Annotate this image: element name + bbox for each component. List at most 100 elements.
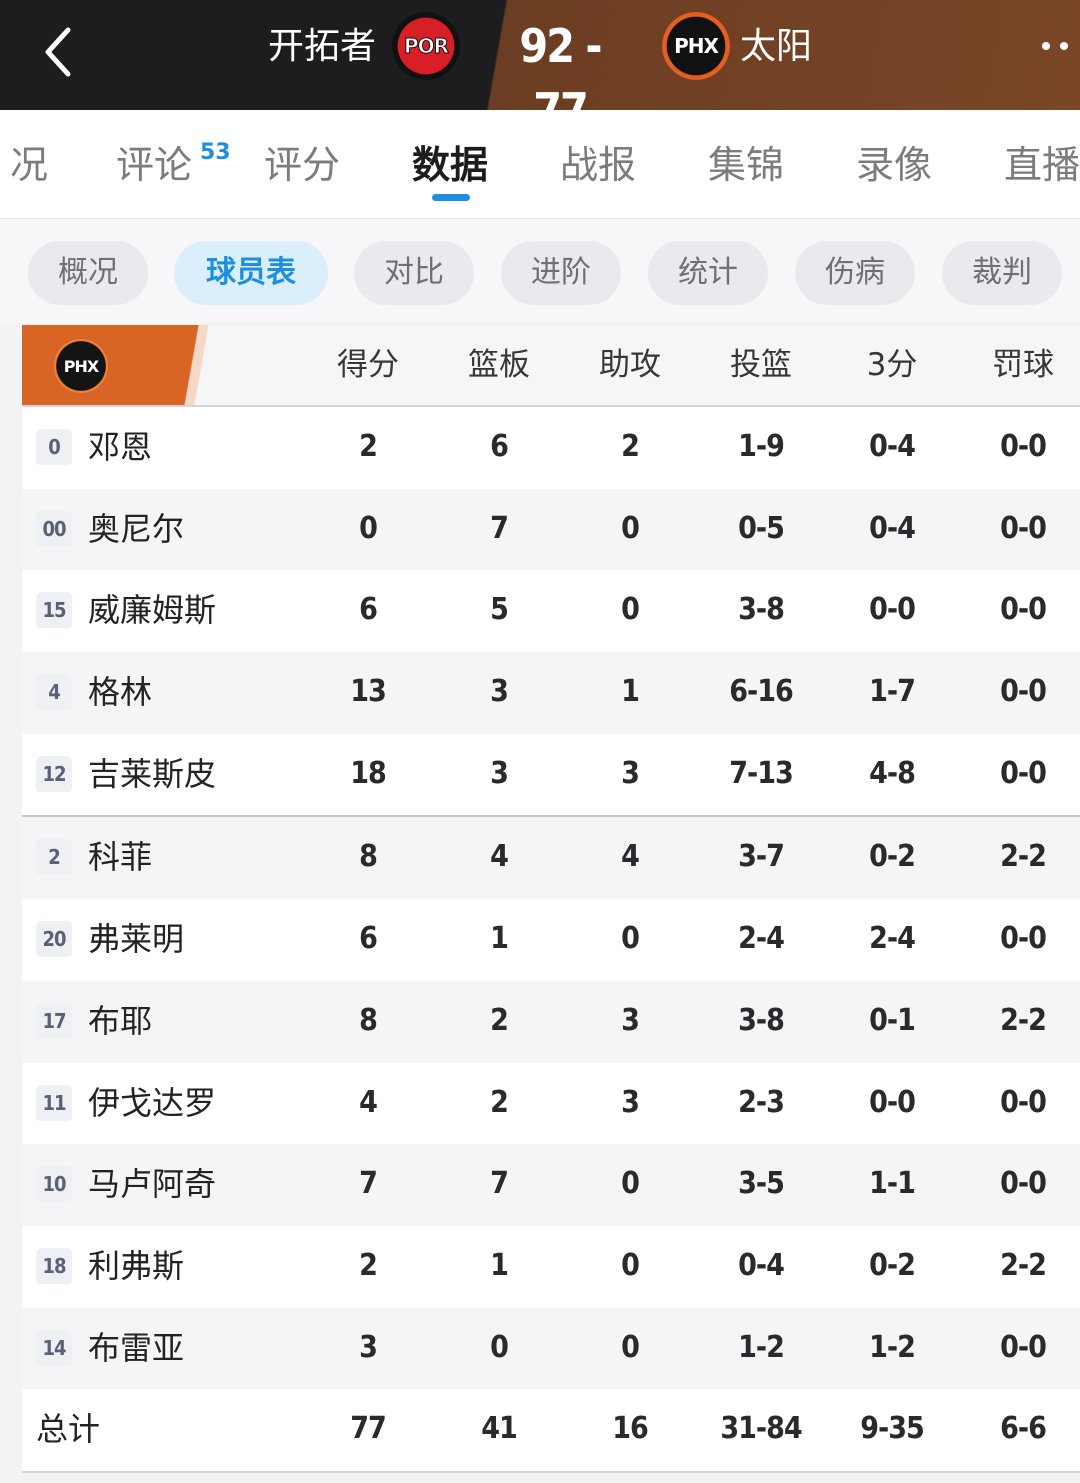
player-name[interactable]: 弗莱明 bbox=[88, 899, 184, 979]
player-row[interactable]: 15 威廉姆斯 6 5 0 3-8 0-0 0-0 bbox=[22, 570, 1080, 653]
away-team-name[interactable]: 太阳 bbox=[740, 22, 812, 72]
jersey-number-icon: 00 bbox=[36, 510, 72, 547]
stat-three-pointers: 2-4 bbox=[869, 921, 916, 957]
stat-free-throws: 2-2 bbox=[1000, 1002, 1047, 1038]
stat-points: 2 bbox=[359, 1247, 378, 1283]
stat-points: 3 bbox=[359, 1329, 378, 1365]
player-row[interactable]: 14 布雷亚 3 0 0 1-2 1-2 0-0 bbox=[22, 1307, 1080, 1390]
jersey-number-icon: 4 bbox=[36, 674, 72, 711]
stat-points: 18 bbox=[350, 755, 387, 791]
stat-assists: 0 bbox=[621, 1166, 640, 1202]
subtab-stats[interactable]: 统计 bbox=[648, 241, 768, 305]
stat-field-goals: 1-2 bbox=[738, 1329, 785, 1365]
player-row[interactable]: 20 弗莱明 6 1 0 2-4 2-4 0-0 bbox=[22, 899, 1080, 981]
col-assists[interactable]: 助攻 bbox=[570, 325, 690, 405]
player-name[interactable]: 布耶 bbox=[88, 981, 152, 1061]
tab-overview[interactable]: 况 bbox=[10, 140, 48, 190]
total-rebounds: 41 bbox=[481, 1411, 518, 1447]
stat-points: 8 bbox=[359, 1002, 378, 1038]
player-row[interactable]: 17 布耶 8 2 3 3-8 0-1 2-2 bbox=[22, 980, 1080, 1063]
col-points[interactable]: 得分 bbox=[308, 325, 428, 405]
tab-replay[interactable]: 录像 bbox=[856, 140, 932, 190]
total-row: 总计 77 41 16 31-84 9-35 6-6 bbox=[22, 1389, 1080, 1473]
stat-rebounds: 1 bbox=[490, 1247, 509, 1283]
tab-comments[interactable]: 评论 bbox=[116, 140, 192, 190]
subtab-summary[interactable]: 概况 bbox=[28, 241, 148, 305]
col-field-goals[interactable]: 投篮 bbox=[701, 325, 821, 405]
stat-field-goals: 3-5 bbox=[738, 1166, 785, 1202]
stat-rebounds: 7 bbox=[490, 510, 509, 546]
stat-three-pointers: 4-8 bbox=[869, 755, 916, 791]
team-banner bbox=[22, 325, 208, 405]
player-name[interactable]: 邓恩 bbox=[88, 407, 152, 487]
player-row[interactable]: 10 马卢阿奇 7 7 0 3-5 1-1 0-0 bbox=[22, 1144, 1080, 1226]
main-tabs: 况 评论 53 评分 数据 战报 集锦 录像 直播 bbox=[0, 110, 1080, 219]
tab-ratings[interactable]: 评分 bbox=[264, 140, 340, 190]
stat-three-pointers: 0-0 bbox=[869, 592, 916, 628]
stat-assists: 0 bbox=[621, 1247, 640, 1283]
more-icon[interactable] bbox=[1036, 38, 1076, 54]
col-rebounds[interactable]: 篮板 bbox=[439, 325, 559, 405]
tab-data[interactable]: 数据 bbox=[412, 140, 488, 190]
tab-live[interactable]: 直播 bbox=[1004, 140, 1080, 190]
player-name[interactable]: 利弗斯 bbox=[88, 1226, 184, 1306]
subtab-referees[interactable]: 裁判 bbox=[942, 241, 1062, 305]
player-row[interactable]: 11 伊戈达罗 4 2 3 2-3 0-0 0-0 bbox=[22, 1062, 1080, 1145]
away-team-logo[interactable]: PHX bbox=[662, 12, 730, 80]
jersey-number-icon: 18 bbox=[36, 1247, 72, 1284]
player-name[interactable]: 马卢阿奇 bbox=[88, 1144, 216, 1224]
stat-free-throws: 0-0 bbox=[1000, 674, 1047, 710]
stat-points: 6 bbox=[359, 921, 378, 957]
player-row[interactable]: 18 利弗斯 2 1 0 0-4 0-2 2-2 bbox=[22, 1225, 1080, 1308]
stat-field-goals: 7-13 bbox=[729, 755, 794, 791]
stat-free-throws: 0-0 bbox=[1000, 1084, 1047, 1120]
player-name[interactable]: 格林 bbox=[88, 652, 152, 732]
stat-points: 6 bbox=[359, 592, 378, 628]
player-name[interactable]: 伊戈达罗 bbox=[88, 1063, 216, 1143]
stat-rebounds: 0 bbox=[490, 1329, 509, 1365]
stat-field-goals: 6-16 bbox=[729, 674, 794, 710]
total-assists: 16 bbox=[612, 1411, 649, 1447]
jersey-number-icon: 10 bbox=[36, 1166, 72, 1203]
col-free-throws[interactable]: 罚球 bbox=[963, 325, 1080, 405]
player-row[interactable]: 00 奥尼尔 0 7 0 0-5 0-4 0-0 bbox=[22, 488, 1080, 571]
stat-free-throws: 2-2 bbox=[1000, 1247, 1047, 1283]
game-header: 开拓者 POR 92 - 77 PHX 太阳 bbox=[0, 0, 1080, 137]
player-row[interactable]: 12 吉莱斯皮 18 3 3 7-13 4-8 0-0 bbox=[22, 733, 1080, 816]
player-name[interactable]: 布雷亚 bbox=[88, 1308, 184, 1388]
stat-rebounds: 6 bbox=[490, 429, 509, 464]
stat-rebounds: 3 bbox=[490, 755, 509, 791]
home-team-logo[interactable]: POR bbox=[392, 12, 460, 80]
tab-report[interactable]: 战报 bbox=[560, 140, 636, 190]
team-logo-text: PHX bbox=[63, 356, 99, 376]
player-name[interactable]: 科菲 bbox=[88, 817, 152, 897]
player-row[interactable]: 2 科菲 8 4 4 3-7 0-2 2-2 bbox=[22, 815, 1080, 900]
stat-free-throws: 0-0 bbox=[1000, 1166, 1047, 1202]
subtab-injuries[interactable]: 伤病 bbox=[795, 241, 915, 305]
subtab-compare[interactable]: 对比 bbox=[354, 241, 474, 305]
back-arrow-icon[interactable] bbox=[34, 22, 94, 82]
stat-rebounds: 5 bbox=[490, 592, 509, 628]
subtab-advanced[interactable]: 进阶 bbox=[501, 241, 621, 305]
player-name[interactable]: 吉莱斯皮 bbox=[88, 734, 216, 814]
stat-three-pointers: 0-2 bbox=[869, 1247, 916, 1283]
stat-points: 7 bbox=[359, 1166, 378, 1202]
jersey-number-icon: 20 bbox=[36, 921, 72, 958]
player-row[interactable]: 0 邓恩 2 6 2 1-9 0-4 0-0 bbox=[22, 407, 1080, 489]
col-three-pointers[interactable]: 3分 bbox=[832, 325, 952, 405]
jersey-number-icon: 17 bbox=[36, 1002, 72, 1039]
stat-three-pointers: 0-0 bbox=[869, 1084, 916, 1120]
home-team-name[interactable]: 开拓者 bbox=[268, 22, 376, 72]
stat-assists: 0 bbox=[621, 592, 640, 628]
player-name[interactable]: 威廉姆斯 bbox=[88, 570, 216, 650]
stat-rebounds: 2 bbox=[490, 1002, 509, 1038]
stat-free-throws: 0-0 bbox=[1000, 592, 1047, 628]
stat-three-pointers: 1-7 bbox=[869, 674, 916, 710]
jersey-number-icon: 11 bbox=[36, 1084, 72, 1121]
tab-highlights[interactable]: 集锦 bbox=[708, 140, 784, 190]
stat-points: 8 bbox=[359, 839, 378, 875]
player-name[interactable]: 奥尼尔 bbox=[88, 489, 184, 569]
player-row[interactable]: 4 格林 13 3 1 6-16 1-7 0-0 bbox=[22, 652, 1080, 734]
subtab-box-score[interactable]: 球员表 bbox=[174, 241, 328, 305]
stat-free-throws: 0-0 bbox=[1000, 429, 1047, 464]
